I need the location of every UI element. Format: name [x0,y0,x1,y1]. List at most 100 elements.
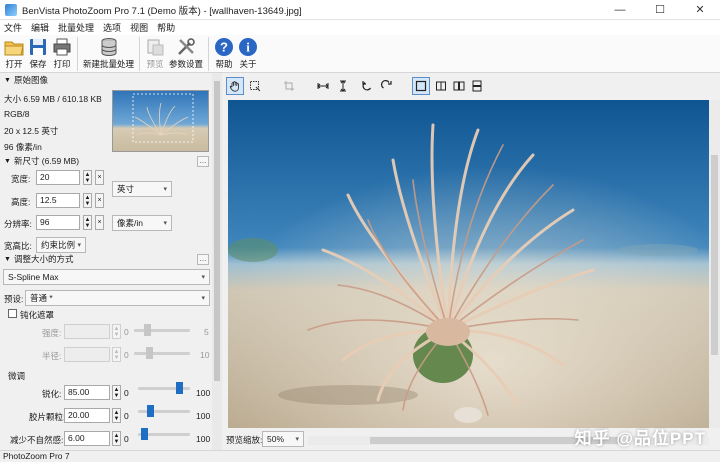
radius-slider[interactable] [134,347,190,359]
maximize-button[interactable]: ☐ [640,0,680,20]
sharpness-slider[interactable] [138,382,190,394]
single-view-icon [415,80,427,92]
resize-more-button[interactable]: … [197,254,209,265]
rotate-right-button[interactable] [378,77,396,95]
image-preview[interactable] [228,100,709,428]
resolution-lock-button[interactable]: × [95,215,104,230]
original-thumbnail[interactable] [112,90,209,152]
sharpen-checkbox[interactable] [8,309,17,318]
height-label: 高度: [11,197,31,207]
minimize-button[interactable]: — [600,0,640,20]
chevron-down-icon: ▾ [163,220,167,227]
window-title: BenVista PhotoZoom Pro 7.1 (Demo 版本) - [… [22,5,302,17]
preset-select[interactable]: 普通 * ▾ [25,290,210,306]
split-view-icon [436,81,446,91]
width-spinner[interactable]: ▲ ▼ [83,170,92,185]
original-res: 96 像素/in [4,142,42,152]
unit-select[interactable]: 英寸 ▾ [112,181,172,197]
menu-help[interactable]: 帮助 [157,21,175,34]
original-section-header[interactable]: ▼ 原始图像 [0,74,212,86]
scrollbar-thumb[interactable] [214,81,220,381]
slider-thumb[interactable] [144,324,151,336]
unit-value: 英寸 [117,184,135,194]
hand-tool-button[interactable] [226,77,244,95]
settings-label: 参数设置 [169,59,204,69]
resize-section-header[interactable]: ▼ 调整大小的方式 [0,253,212,265]
resolution-input[interactable]: 96 [36,215,80,230]
watermark-text: 知乎 @品位PPT [574,429,706,448]
artifact-input[interactable]: 6.00 [64,431,110,446]
sharpness-input[interactable]: 85.00 [64,385,110,400]
artifact-slider[interactable] [138,428,190,440]
fit-height-button[interactable] [334,77,352,95]
grain-input[interactable]: 20.00 [64,408,110,423]
side-by-side-button[interactable] [450,77,468,95]
sharpness-max: 100 [196,388,211,398]
chevron-down-icon: ▾ [77,242,81,249]
marquee-tool-button[interactable] [246,77,264,95]
toolbar-separator [208,37,210,71]
width-input[interactable]: 20 [36,170,80,185]
close-button[interactable]: ✕ [680,0,720,20]
collapse-triangle-icon: ▼ [4,157,11,165]
grain-slider[interactable] [138,405,190,417]
batch-button[interactable]: 新建批量处理 [83,35,134,70]
width-label: 宽度: [11,174,31,184]
slider-thumb[interactable] [141,428,148,440]
strength-input[interactable] [64,324,110,339]
print-button[interactable]: 打印 [52,35,72,70]
aspect-select[interactable]: 约束比例 ▾ [36,237,86,253]
radius-spinner[interactable]: ▲ ▼ [112,347,121,362]
floppy-icon [30,39,46,55]
preset-value: 普通 * [30,293,53,303]
new-size-more-button[interactable]: … [197,156,209,167]
artifact-spinner[interactable]: ▲ ▼ [112,431,121,446]
slider-thumb[interactable] [176,382,183,394]
slider-thumb[interactable] [146,347,153,359]
menu-batch[interactable]: 批量处理 [58,21,94,34]
preview-button[interactable]: 预览 [145,35,165,70]
settings-button[interactable]: 参数设置 [169,35,203,70]
split-view-button[interactable] [432,77,450,95]
title-bar: BenVista PhotoZoom Pro 7.1 (Demo 版本) - [… [0,0,720,20]
preview-vertical-scrollbar[interactable] [709,100,720,428]
strength-label: 强度: [42,328,62,338]
slider-thumb[interactable] [147,405,154,417]
height-spinner[interactable]: ▲ ▼ [83,193,92,208]
strength-spinner[interactable]: ▲ ▼ [112,324,121,339]
height-lock-button[interactable]: × [95,193,104,208]
radius-min: 0 [124,350,129,360]
sharpness-spinner[interactable]: ▲ ▼ [112,385,121,400]
stacked-view-button[interactable] [468,77,486,95]
menu-file[interactable]: 文件 [4,21,22,34]
settings-scrollbar[interactable] [212,73,222,450]
grain-spinner[interactable]: ▲ ▼ [112,408,121,423]
method-select[interactable]: S-Spline Max ▾ [3,269,210,285]
new-size-section-header[interactable]: ▼ 新尺寸 (6.59 MB) [0,155,212,167]
single-view-button[interactable] [412,77,430,95]
open-button[interactable]: 打开 [4,35,24,70]
preview-label: 预览 [146,59,164,69]
artifact-label: 减少不自然感: [10,435,64,445]
help-button[interactable]: ? 帮助 [214,35,234,70]
fit-width-button[interactable] [314,77,332,95]
height-input[interactable]: 12.5 [36,193,80,208]
original-mode: RGB/8 [4,109,30,119]
batch-label: 新建批量处理 [83,59,135,69]
zoom-select[interactable]: 50% ▾ [262,431,304,447]
menu-edit[interactable]: 编辑 [31,21,49,34]
radius-input[interactable] [64,347,110,362]
resolution-unit-select[interactable]: 像素/in ▾ [112,215,172,231]
save-button[interactable]: 保存 [28,35,48,70]
about-button[interactable]: i 关于 [238,35,258,70]
about-label: 关于 [239,59,257,69]
rotate-left-button[interactable] [358,77,376,95]
strength-slider[interactable] [134,324,190,336]
resolution-spinner[interactable]: ▲ ▼ [83,215,92,230]
menu-view[interactable]: 视图 [130,21,148,34]
width-lock-button[interactable]: × [95,170,104,185]
resolution-label: 分辨率: [4,219,32,229]
crop-tool-button[interactable] [280,77,298,95]
menu-options[interactable]: 选项 [103,21,121,34]
scrollbar-thumb[interactable] [711,155,718,355]
